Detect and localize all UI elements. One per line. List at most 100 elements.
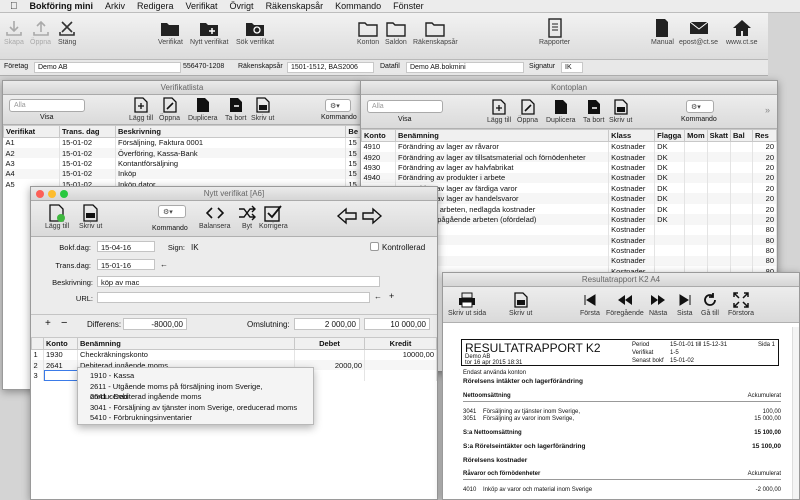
foregaende-button[interactable]: Föregående [606,290,644,317]
add-icon[interactable]: + [389,291,394,301]
edit-doc-icon [520,99,535,115]
forsta-button[interactable]: Första [580,290,600,317]
close-window-icon[interactable] [36,190,44,198]
sista-button[interactable]: Sista [677,290,693,317]
col-be[interactable]: Be [345,125,361,138]
col-flagga[interactable]: Flagga [654,129,686,142]
skriv-ut-button[interactable]: Skriv ut [609,97,632,124]
verifikat-button[interactable]: Verifikat [158,17,183,46]
oppna-button[interactable]: Öppna [30,17,51,46]
minimize-window-icon[interactable] [48,190,56,198]
col-transdag[interactable]: Trans. dag [59,125,116,138]
skriv-ut-button[interactable]: Skriv ut [251,95,274,122]
menu-kommando[interactable]: Kommando [335,1,381,11]
menu-rakenskapsar[interactable]: Räkenskapsår [266,1,324,11]
table-row[interactable]: 4910 Förändring av lager av råvaror Kostna… [361,141,777,152]
skapa-button[interactable]: Skapa [4,17,24,46]
col-debet[interactable]: Debet [294,337,365,350]
duplicera-button[interactable]: Duplicera [188,95,218,122]
epost-button[interactable]: epost@ct.se [679,17,718,46]
folder-outline-icon [386,22,406,37]
rakenskapsar-button[interactable]: Räkenskapsår [413,17,458,46]
oppna-button[interactable]: Öppna [159,95,180,122]
autocomplete-item[interactable]: 2611 - Utgående moms på försäljning inom… [78,382,313,402]
table-row[interactable]: A4 15-01-02 Inköp 15 [3,168,361,180]
skriv-ut-button[interactable]: Skriv ut [509,290,532,317]
table-row[interactable]: 4940 Förändring av produkter i arbete Kost… [361,172,777,184]
skriv-ut-button[interactable]: Skriv ut [79,203,102,230]
duplicera-button[interactable]: Duplicera [546,97,576,124]
arrow-left-icon[interactable]: ← [374,292,382,301]
balansera-button[interactable]: Balansera [199,203,231,230]
autocomplete-item[interactable]: 2641 - Debiterad ingående moms [78,392,313,403]
stang-button[interactable]: Stäng [58,17,76,46]
konton-button[interactable]: Konton [357,17,379,46]
add-row-icon[interactable]: + [45,318,51,329]
overflow-chevron-icon[interactable]: » [765,105,770,115]
rapporter-button[interactable]: Rapporter [539,17,570,46]
col-klass[interactable]: Klass [608,129,656,142]
kontrollerad-checkbox[interactable] [370,242,379,251]
sok-verifikat-button[interactable]: Sök verifikat [236,17,274,46]
zoom-window-icon[interactable] [60,190,68,198]
forstora-button[interactable]: Förstora [728,290,754,317]
gear-popup[interactable]: ⚙▾ [325,99,351,112]
col-benamning[interactable]: Benämning [77,337,295,350]
table-row[interactable]: 1 1930 Checkräkningskonto 10000,00 [31,349,437,360]
menu-redigera[interactable]: Redigera [137,1,174,11]
report-scrollbar[interactable] [792,327,799,499]
next-arrow-icon[interactable] [361,207,383,227]
col-skatt[interactable]: Skatt [706,129,732,142]
nasta-button[interactable]: Nästa [649,290,667,317]
table-row[interactable]: 4930 Förändring av lager av halvfabrikat K… [361,162,777,173]
remove-row-icon[interactable]: − [61,317,67,329]
skriv-ut-sida-button[interactable]: Skriv ut sida [448,290,486,317]
col-konto[interactable]: Konto [43,337,78,350]
menu-app[interactable]: Bokföring mini [30,1,94,11]
previous-arrow-icon[interactable] [336,207,358,227]
apple-icon[interactable]:  [10,1,18,12]
saldon-button[interactable]: Saldon [385,17,407,46]
lagg-till-button[interactable]: Lägg till [45,203,69,230]
lagg-till-button[interactable]: Lägg till [129,95,153,122]
ta-bort-button[interactable]: Ta bort [225,95,246,122]
ta-bort-button[interactable]: Ta bort [583,97,604,124]
menu-fonster[interactable]: Fönster [393,1,424,11]
menu-ovrigt[interactable]: Övrigt [230,1,254,11]
col-bal[interactable]: Bal [730,129,753,142]
col-res[interactable]: Res [752,129,777,142]
arrow-left-icon[interactable]: ← [160,260,168,269]
filter-popup[interactable]: Alla [367,100,443,113]
url-field[interactable] [97,292,370,303]
col-konto[interactable]: Konto [361,129,396,142]
beskrivning-field[interactable]: köp av mac [97,276,380,287]
gear-popup[interactable]: ⚙▾ [158,205,186,218]
trans-field[interactable]: 15-01-16 [97,259,155,270]
byt-button[interactable]: Byt [238,203,256,230]
lagg-till-button[interactable]: Lägg till [487,97,511,124]
table-row[interactable]: A3 15-01-02 Kontantförsäljning 15 [3,158,361,169]
col-kredit[interactable]: Kredit [364,337,437,350]
table-row[interactable]: A1 15-01-02 Försäljning, Faktura 0001 15 [3,137,361,148]
bokf-field[interactable]: 15-04-16 [97,241,155,252]
web-button[interactable]: www.ct.se [726,17,758,46]
table-row[interactable]: A2 15-01-02 Överföring, Kassa-Bank 15 [3,147,361,159]
col-beskrivning[interactable]: Beskrivning [114,125,347,138]
ga-till-button[interactable]: Gå till [701,290,719,317]
gear-popup[interactable]: ⚙▾ [686,100,714,113]
col-verifikat[interactable]: Verifikat [3,125,60,138]
filter-popup[interactable]: Alla [9,99,85,112]
korrigera-button[interactable]: Korrigera [259,203,288,230]
oppna-button[interactable]: Öppna [517,97,538,124]
table-row[interactable]: 4920 Förändring av lager av tillsatsmater… [361,151,777,163]
menu-arkiv[interactable]: Arkiv [105,1,125,11]
konto-input-active[interactable] [43,370,78,381]
menu-verifikat[interactable]: Verifikat [186,1,218,11]
col-mom[interactable]: Mom [684,129,708,142]
autocomplete-item[interactable]: 5410 - Förbrukningsinventarier [78,413,313,424]
col-benamning[interactable]: Benämning [394,129,610,142]
autocomplete-item[interactable]: 3041 - Försäljning av tjänster inom Sver… [78,403,313,414]
nytt-verifikat-button[interactable]: Nytt verifikat [190,17,229,46]
manual-button[interactable]: Manual [651,17,674,46]
autocomplete-item[interactable]: 1910 - Kassa [78,371,313,382]
